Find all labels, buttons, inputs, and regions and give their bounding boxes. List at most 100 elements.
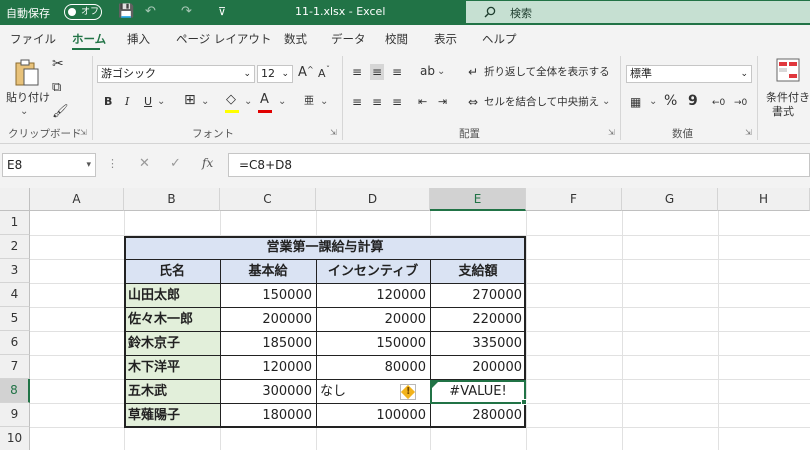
row-header-7[interactable]: 7 [0,355,30,379]
shrink-font-button[interactable]: A [318,66,326,82]
merge-center-button[interactable]: セルを結合して中央揃え [484,94,599,110]
column-header-a[interactable]: A [30,188,124,211]
format-painter-icon[interactable]: 🖌 [52,104,69,120]
tab-page-layout[interactable]: ページ レイアウト [176,31,271,47]
underline-dropdown-icon[interactable]: ⌄ [157,94,165,110]
cell-incentive[interactable]: 100000 [316,404,430,428]
cell-name[interactable]: 五木武 [124,380,220,404]
phonetic-dropdown-icon[interactable]: ⌄ [320,94,328,110]
cell-base-salary[interactable]: 200000 [220,308,316,332]
column-header-g[interactable]: G [622,188,718,211]
cell-total-pay[interactable]: 270000 [430,284,526,308]
fill-handle[interactable] [521,399,527,405]
accounting-dropdown-icon[interactable]: ⌄ [649,94,657,110]
tab-view[interactable]: 表示 [434,31,457,47]
header-base-salary[interactable]: 基本給 [220,260,316,284]
row-header-8[interactable]: 8 [0,379,30,403]
tab-home[interactable]: ホーム [72,31,106,47]
wrap-text-icon[interactable]: ↵ [468,64,478,80]
cell-total-pay[interactable]: 220000 [430,308,526,332]
clipboard-launcher-icon[interactable]: ⇲ [80,128,87,137]
undo-icon[interactable]: ↶ [145,3,156,21]
header-total-pay[interactable]: 支給額 [430,260,526,284]
tab-data[interactable]: データ [331,31,366,47]
row-header-10[interactable]: 10 [0,427,30,450]
save-icon[interactable]: 💾 [118,3,134,21]
fill-dropdown-icon[interactable]: ⌄ [244,94,252,110]
alignment-launcher-icon[interactable]: ⇲ [608,128,615,137]
font-launcher-icon[interactable]: ⇲ [330,128,337,137]
decrease-decimal-icon[interactable]: →0 [734,95,747,111]
wrap-text-button[interactable]: 折り返して全体を表示する [484,64,610,80]
row-header-3[interactable]: 3 [0,259,30,283]
row-header-2[interactable]: 2 [0,235,30,259]
cell-incentive[interactable]: 20000 [316,308,430,332]
row-header-6[interactable]: 6 [0,331,30,355]
insert-function-icon[interactable]: fx [202,156,213,170]
cell-base-salary[interactable]: 300000 [220,380,316,404]
merge-dropdown-icon[interactable]: ⌄ [602,94,610,110]
paste-icon[interactable] [12,58,42,88]
autosave-toggle[interactable]: オフ [64,4,102,20]
phonetic-button[interactable]: 亜 [304,94,314,110]
conditional-formatting-icon[interactable] [776,58,800,82]
header-name[interactable]: 氏名 [124,260,220,284]
column-header-e[interactable]: E [430,188,526,211]
name-box[interactable]: E8 ▾ [2,153,96,177]
cell-base-salary[interactable]: 150000 [220,284,316,308]
error-warning-icon[interactable]: ! [400,384,416,400]
row-header-4[interactable]: 4 [0,283,30,307]
column-header-f[interactable]: F [526,188,622,211]
borders-dropdown-icon[interactable]: ⌄ [201,94,209,110]
orientation-dropdown-icon[interactable]: ⌄ [437,64,445,80]
tab-formulas[interactable]: 数式 [284,31,307,47]
row-header-1[interactable]: 1 [0,211,30,235]
decrease-indent-icon[interactable]: ⇤ [418,94,427,110]
borders-icon[interactable]: ⊞ [184,92,196,108]
table-title[interactable]: 営業第一課給与計算 [124,236,526,260]
number-format-select[interactable]: 標準 ⌄ [626,65,752,83]
cell-total-pay[interactable]: 200000 [430,356,526,380]
align-right-icon[interactable]: ≡ [392,94,402,110]
cell-incentive[interactable]: なし [316,380,396,404]
accounting-format-icon[interactable]: ▦ [630,94,641,110]
cell-name[interactable]: 佐々木一郎 [124,308,220,332]
column-header-b[interactable]: B [124,188,220,211]
cell-incentive[interactable]: 150000 [316,332,430,356]
cell-base-salary[interactable]: 120000 [220,356,316,380]
copy-icon[interactable]: ⧉ [52,80,61,96]
cell-base-salary[interactable]: 180000 [220,404,316,428]
tab-review[interactable]: 校閲 [385,31,408,47]
fill-color-icon[interactable]: ◇ [226,92,236,108]
align-left-icon[interactable]: ≡ [352,94,362,110]
align-middle-icon[interactable]: ≡ [370,64,385,80]
formula-input[interactable]: =C8+D8 [228,153,810,177]
percent-button[interactable]: % [664,93,677,109]
merge-center-icon[interactable]: ⇔ [468,94,478,110]
align-top-icon[interactable]: ≡ [352,64,362,80]
italic-button[interactable]: I [125,94,129,110]
tab-help[interactable]: ヘルプ [482,31,517,47]
customize-toolbar-icon[interactable]: ⊽ [218,3,226,21]
cut-icon[interactable]: ✂ [52,56,64,72]
row-header-9[interactable]: 9 [0,403,30,427]
header-incentive[interactable]: インセンティブ [316,260,430,284]
tab-file[interactable]: ファイル [10,31,56,47]
cell-total-pay-error[interactable]: #VALUE! [430,380,526,404]
increase-indent-icon[interactable]: ⇥ [438,94,447,110]
comma-style-button[interactable]: 9 [688,93,698,109]
cell-total-pay[interactable]: 280000 [430,404,526,428]
orientation-icon[interactable]: ab [420,63,435,79]
row-header-5[interactable]: 5 [0,307,30,331]
column-header-h[interactable]: H [718,188,810,211]
tab-insert[interactable]: 挿入 [127,31,150,47]
redo-icon[interactable]: ↷ [181,3,192,21]
cell-total-pay[interactable]: 335000 [430,332,526,356]
column-header-d[interactable]: D [316,188,430,211]
search-box[interactable]: 検索 [466,1,810,23]
cell-name[interactable]: 木下洋平 [124,356,220,380]
increase-decimal-icon[interactable]: ←0 [712,95,725,111]
enter-icon[interactable]: ✓ [170,156,181,171]
cell-name[interactable]: 草薙陽子 [124,404,220,428]
paste-dropdown-icon[interactable]: ⌄ [20,104,28,120]
